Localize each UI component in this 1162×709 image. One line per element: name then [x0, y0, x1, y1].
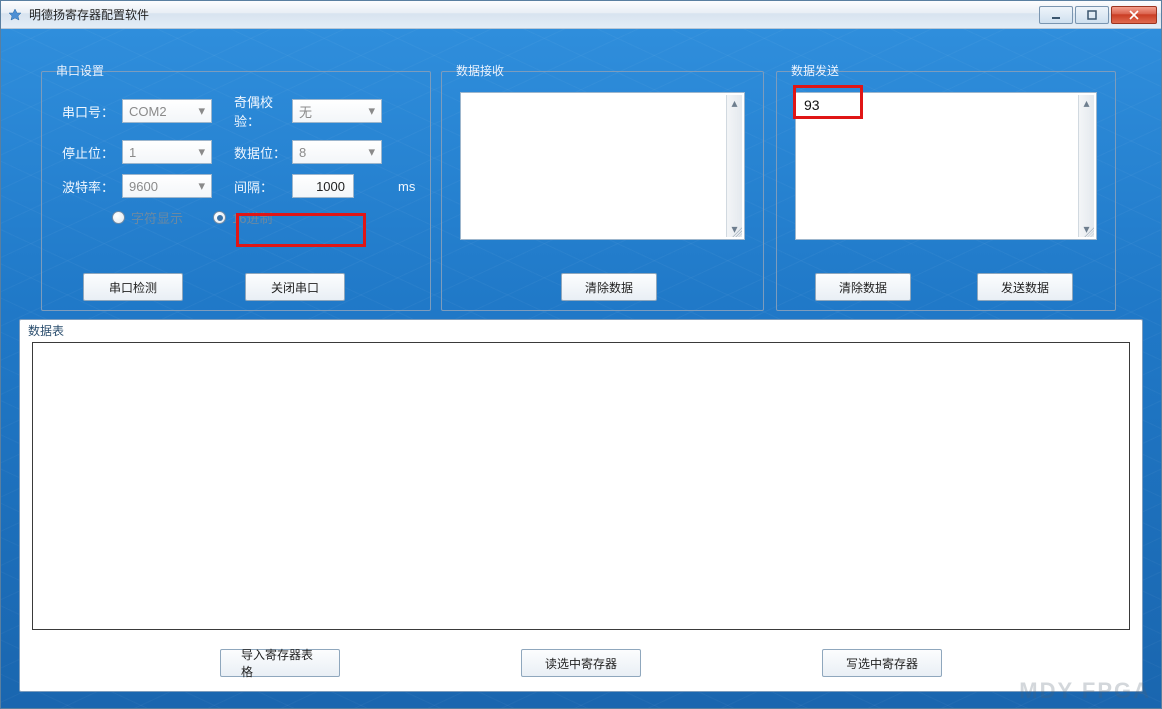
combo-databits-value: 8 [299, 145, 306, 160]
send-data-button[interactable]: 发送数据 [977, 273, 1073, 301]
window-title: 明德扬寄存器配置软件 [29, 6, 1039, 23]
group-title-send: 数据发送 [787, 62, 843, 79]
maximize-button[interactable] [1075, 6, 1109, 24]
register-table-area[interactable] [32, 342, 1130, 630]
resize-grip-icon[interactable] [730, 225, 742, 237]
group-title-recv: 数据接收 [452, 62, 508, 79]
group-title-serial: 串口设置 [52, 62, 108, 79]
scrollbar[interactable]: ▴ ▾ [726, 95, 742, 237]
label-unit-ms: ms [392, 179, 422, 194]
combo-stopbits[interactable]: 1▾ [122, 140, 212, 164]
chevron-down-icon: ▾ [198, 178, 205, 194]
radio-ascii-label: 字符显示 [131, 208, 183, 227]
read-selected-register-button[interactable]: 读选中寄存器 [521, 649, 641, 677]
group-title-table: 数据表 [28, 322, 64, 339]
chevron-down-icon: ▾ [198, 103, 205, 119]
write-selected-register-button[interactable]: 写选中寄存器 [822, 649, 942, 677]
input-interval[interactable]: 1000 [292, 174, 354, 198]
app-icon [7, 7, 23, 23]
label-port: 串口号： [62, 102, 120, 121]
scrollbar[interactable]: ▴ ▾ [1078, 95, 1094, 237]
combo-baud-value: 9600 [129, 179, 158, 194]
combo-parity-value: 无 [299, 102, 312, 121]
close-button[interactable] [1111, 6, 1157, 24]
chevron-down-icon: ▾ [198, 144, 205, 160]
combo-stopbits-value: 1 [129, 145, 136, 160]
label-parity: 奇偶校验： [222, 92, 292, 130]
radio-ascii-display[interactable]: 字符显示 [112, 208, 183, 227]
send-textarea[interactable]: 93 ▴ ▾ [795, 92, 1097, 240]
radio-icon [112, 211, 125, 224]
chevron-down-icon: ▾ [368, 144, 375, 160]
radio-hex-display[interactable]: 16进制 [213, 208, 272, 227]
label-stopbits: 停止位： [62, 143, 120, 162]
detect-port-button[interactable]: 串口检测 [83, 273, 183, 301]
label-baud: 波特率： [62, 177, 120, 196]
scroll-up-icon[interactable]: ▴ [1079, 95, 1094, 111]
group-data-table: 数据表 导入寄存器表格 读选中寄存器 写选中寄存器 [19, 319, 1143, 692]
watermark-text: MDY FPGA [1019, 678, 1151, 704]
send-clear-button[interactable]: 清除数据 [815, 273, 911, 301]
label-databits: 数据位： [222, 143, 292, 162]
resize-grip-icon[interactable] [1082, 225, 1094, 237]
label-interval: 间隔： [222, 177, 292, 196]
combo-port[interactable]: COM2 ▾ [122, 99, 212, 123]
receive-textarea[interactable]: ▴ ▾ [460, 92, 745, 240]
titlebar[interactable]: 明德扬寄存器配置软件 [1, 1, 1161, 29]
radio-icon [213, 211, 226, 224]
combo-databits[interactable]: 8▾ [292, 140, 382, 164]
app-window: 明德扬寄存器配置软件 串口设置 串口号： COM2▾ 奇偶校验： 无▾ 停止位： [0, 0, 1162, 709]
input-interval-value: 1000 [316, 179, 345, 194]
scroll-up-icon[interactable]: ▴ [727, 95, 742, 111]
combo-port-value: COM2 [129, 104, 167, 119]
close-port-button[interactable]: 关闭串口 [245, 273, 345, 301]
combo-baud[interactable]: 9600 ▾ [122, 174, 212, 198]
receive-clear-button[interactable]: 清除数据 [561, 273, 657, 301]
send-textarea-value: 93 [804, 97, 820, 113]
chevron-down-icon: ▾ [368, 103, 375, 119]
radio-hex-label: 16进制 [232, 208, 272, 227]
main-area: 串口设置 串口号： COM2▾ 奇偶校验： 无▾ 停止位： 1▾ 数据位： 8▾ [1, 29, 1161, 708]
minimize-button[interactable] [1039, 6, 1073, 24]
import-register-table-button[interactable]: 导入寄存器表格 [220, 649, 340, 677]
window-controls [1039, 6, 1157, 24]
combo-parity[interactable]: 无▾ [292, 99, 382, 123]
